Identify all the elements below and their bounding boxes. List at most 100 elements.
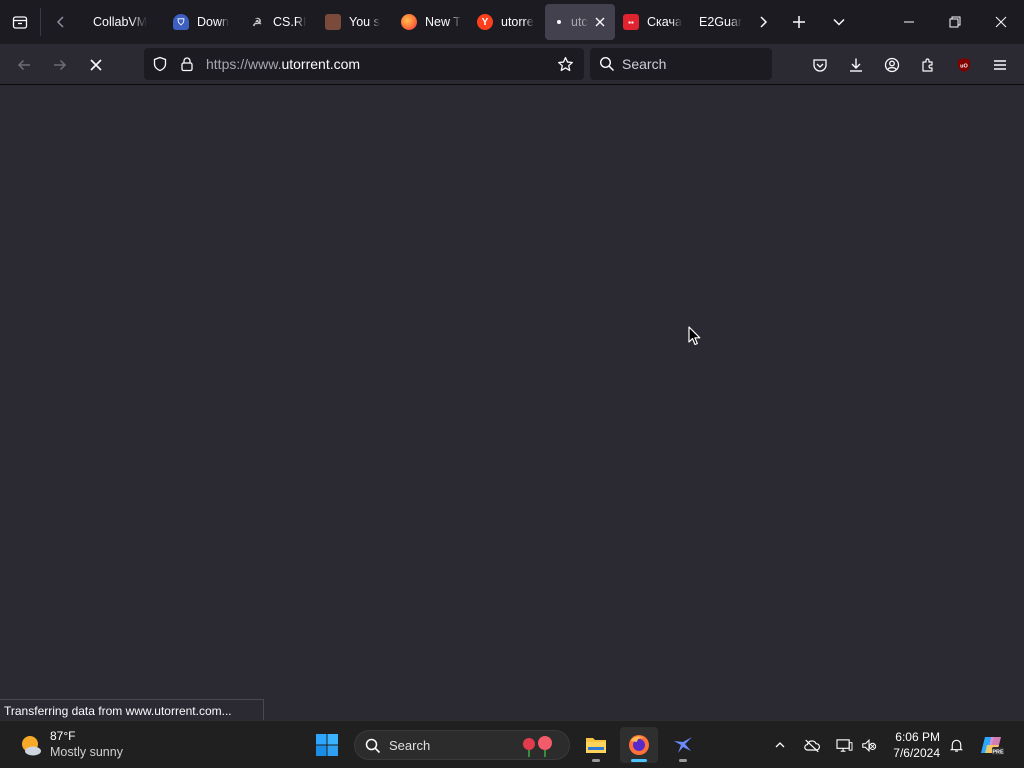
back-button[interactable] [9,50,39,80]
new-tab-button[interactable] [779,0,819,44]
minimize-button[interactable] [886,0,932,44]
url-text[interactable]: https://www.utorrent.com [206,56,360,72]
notifications-button[interactable] [945,733,967,757]
start-button[interactable] [308,727,346,763]
tab-label: utc [571,15,588,29]
navigation-toolbar: https://www.utorrent.com Search uO [0,44,1024,85]
lock-icon[interactable] [179,56,195,72]
cs-favicon-icon: ☭ [252,16,262,29]
tab-label: utorre [501,15,534,29]
folder-icon [586,738,606,753]
app-menu-button[interactable] [985,50,1015,80]
clock-date: 7/6/2024 [893,746,940,760]
tab-e2guardian[interactable]: E2Guar [691,4,747,40]
back-arrow-icon [17,59,30,71]
svg-text:PRE: PRE [992,750,1004,756]
mouse-cursor-icon [688,326,701,346]
tab-new-tab[interactable]: New T [393,4,469,40]
tab-collabvm[interactable]: CollabVM [81,4,165,40]
stop-icon [90,59,102,71]
search-bar[interactable]: Search [590,48,772,80]
plus-icon [793,16,805,28]
bell-icon [949,739,963,752]
ublock-origin-button[interactable]: uO [949,50,979,80]
network-tray-icon-button[interactable] [833,733,855,757]
pocket-button[interactable] [805,50,835,80]
scroll-tabs-right-button[interactable] [747,0,779,44]
windows-logo-icon [316,734,338,756]
weather-widget[interactable]: 87°F Mostly sunny [18,729,123,760]
hamburger-menu-icon [994,60,1006,70]
extensions-button[interactable] [913,50,943,80]
scroll-tabs-left-button[interactable] [41,0,81,44]
cloud-offline-icon [804,739,820,752]
loading-dot-icon [557,20,561,24]
stop-loading-button[interactable] [81,50,111,80]
forward-arrow-icon [54,59,67,71]
tab-strip: CollabVM ⛉ Down ☭ CS.RI You s New T Y ut… [0,0,1024,44]
tab-manager-button[interactable] [0,0,40,44]
tab-label: You s [349,15,380,29]
tab-you-s[interactable]: You s [317,4,393,40]
tab-label: CollabVM [93,15,148,29]
svg-text:uO: uO [960,64,968,70]
search-icon [365,738,381,754]
status-panel: Transferring data from www.utorrent.com.… [0,699,264,721]
app-taskbar-button[interactable] [664,727,702,763]
tab-cs-ri[interactable]: ☭ CS.RI [241,4,317,40]
tab-label: CS.RI [273,15,307,29]
avatar-favicon-icon [325,14,341,30]
running-indicator [592,759,600,762]
download-icon [850,58,862,72]
tab-label: E2Guar [699,15,743,29]
tab-down[interactable]: ⛉ Down [165,4,241,40]
yandex-icon: Y [477,14,493,30]
restore-button[interactable] [932,0,978,44]
chevron-left-icon [56,16,64,28]
taskbar-search[interactable]: Search [354,730,570,760]
tab-utorrent-yandex[interactable]: Y utorre [469,4,545,40]
page-content[interactable] [0,85,1024,720]
firefox-taskbar-button[interactable] [620,727,658,763]
firefox-icon [401,14,417,30]
account-button[interactable] [877,50,907,80]
clock[interactable]: 6:06 PM 7/6/2024 [884,729,940,761]
sun-cloud-icon [22,736,41,756]
onedrive-tray-icon-button[interactable] [801,733,823,757]
list-all-tabs-button[interactable] [819,0,859,44]
puzzle-icon [922,58,933,72]
copilot-icon: PRE [981,737,1004,756]
speaker-muted-icon [862,738,877,752]
window-controls [886,0,1024,44]
close-window-button[interactable] [978,0,1024,44]
weather-condition: Mostly sunny [50,745,123,759]
search-icon [599,56,615,72]
clock-time: 6:06 PM [895,730,940,744]
taskbar-search-placeholder: Search [389,738,431,753]
url-bar[interactable]: https://www.utorrent.com [144,48,584,80]
forward-button[interactable] [45,50,75,80]
file-explorer-button[interactable] [577,727,615,763]
bookmark-star-icon[interactable] [557,56,574,73]
tab-manager-icon [12,16,28,29]
downloads-button[interactable] [841,50,871,80]
restore-icon [949,16,961,28]
tab-utorrent-active[interactable]: utc [545,4,615,40]
close-icon [995,16,1007,28]
shield-favicon-icon: ⛉ [173,14,189,30]
weather-temperature: 87°F [50,729,76,743]
copilot-button[interactable]: PRE [978,733,1006,757]
close-tab-icon[interactable] [593,15,607,29]
tab-label: Скача [647,15,682,29]
url-domain: utorrent.com [281,56,361,72]
active-indicator [631,759,647,762]
pocket-icon [813,59,827,72]
account-icon [884,57,900,73]
volume-tray-icon-button[interactable] [858,733,880,757]
chevron-up-icon [775,742,785,748]
show-hidden-icons-button[interactable] [769,733,791,757]
tab-skacha[interactable]: ▪▪ Скача [615,4,691,40]
tab-list: CollabVM ⛉ Down ☭ CS.RI You s New T Y ut… [81,0,747,44]
red-site-icon: ▪▪ [623,14,639,30]
tracking-protection-shield-icon[interactable] [152,56,168,72]
